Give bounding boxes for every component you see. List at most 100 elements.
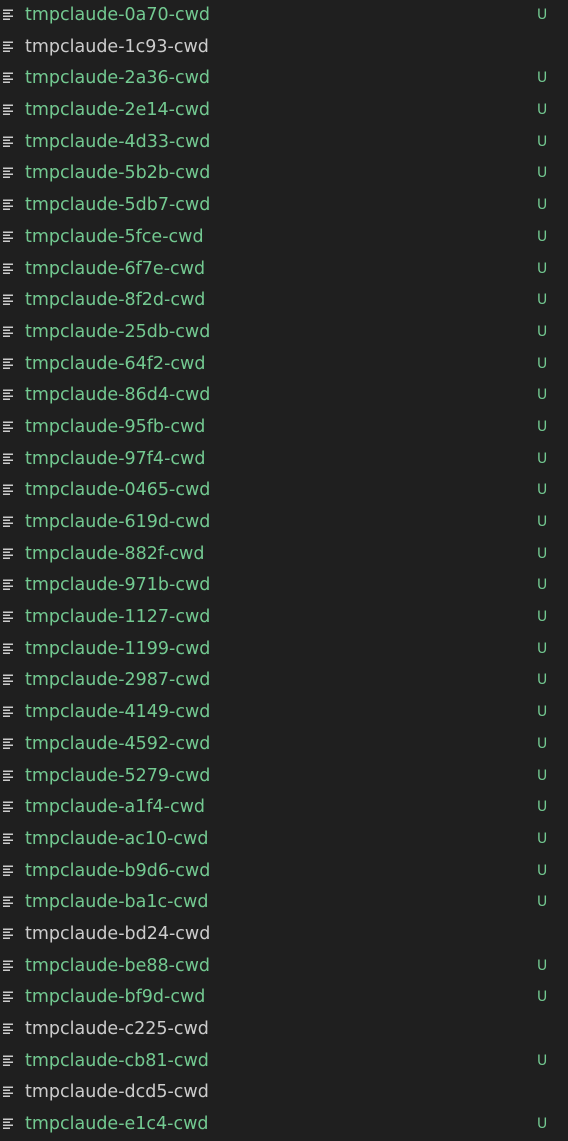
text-file-icon (3, 484, 15, 496)
file-name: tmpclaude-4592-cwd (25, 733, 211, 754)
file-list-item[interactable]: tmpclaude-1c93-cwd (0, 32, 568, 64)
file-name: tmpclaude-bd24-cwd (25, 923, 211, 944)
text-file-icon (3, 801, 15, 813)
file-list-item[interactable]: tmpclaude-8f2d-cwd U (0, 285, 568, 317)
file-name: tmpclaude-be88-cwd (25, 955, 211, 976)
file-list-item[interactable]: tmpclaude-86d4-cwd U (0, 380, 568, 412)
text-file-icon (3, 516, 15, 528)
explorer-file-list: tmpclaude-0a70-cwd U tmpclaude-1c93-cwd tmp… (0, 0, 568, 1141)
git-status-badge: U (537, 482, 548, 499)
git-status-badge: U (537, 355, 548, 372)
text-file-icon (3, 1086, 15, 1098)
file-name: tmpclaude-1199-cwd (25, 638, 211, 659)
git-status-badge: U (537, 957, 548, 974)
file-list-item[interactable]: tmpclaude-bf9d-cwd U (0, 982, 568, 1014)
file-name: tmpclaude-5279-cwd (25, 765, 211, 786)
git-status-badge: U (537, 70, 548, 87)
file-list-item[interactable]: tmpclaude-c225-cwd (0, 1014, 568, 1046)
git-status-badge: U (537, 228, 548, 245)
file-list-item[interactable]: tmpclaude-5fce-cwd U (0, 222, 568, 254)
file-name: tmpclaude-bf9d-cwd (25, 987, 206, 1008)
file-list-item[interactable]: tmpclaude-5279-cwd U (0, 761, 568, 793)
text-file-icon (3, 358, 15, 370)
file-name: tmpclaude-0465-cwd (25, 480, 211, 501)
text-file-icon (3, 674, 15, 686)
file-name: tmpclaude-2e14-cwd (25, 100, 211, 121)
file-list-item[interactable]: tmpclaude-cb81-cwd U (0, 1046, 568, 1078)
file-name: tmpclaude-c225-cwd (25, 1019, 209, 1039)
text-file-icon (3, 643, 15, 655)
text-file-icon (3, 231, 15, 243)
text-file-icon (3, 706, 15, 718)
file-name: tmpclaude-4d33-cwd (25, 131, 211, 152)
file-name: tmpclaude-2a36-cwd (25, 68, 210, 89)
file-list-item[interactable]: tmpclaude-0a70-cwd U (0, 0, 568, 32)
git-status-badge: U (537, 767, 548, 784)
file-name: tmpclaude-e1c4-cwd (25, 1114, 209, 1135)
text-file-icon (3, 1055, 15, 1067)
file-list-item[interactable]: tmpclaude-619d-cwd U (0, 507, 568, 539)
file-name: tmpclaude-6f7e-cwd (25, 258, 206, 279)
file-list-item[interactable]: tmpclaude-95fb-cwd U (0, 412, 568, 444)
file-list-item[interactable]: tmpclaude-a1f4-cwd U (0, 792, 568, 824)
git-status-badge: U (537, 989, 548, 1006)
file-list-item[interactable]: tmpclaude-97f4-cwd U (0, 444, 568, 476)
file-list-item[interactable]: tmpclaude-6f7e-cwd U (0, 254, 568, 286)
git-status-badge: U (537, 1052, 548, 1069)
file-list-item[interactable]: tmpclaude-4592-cwd U (0, 729, 568, 761)
file-list-item[interactable]: tmpclaude-971b-cwd U (0, 570, 568, 602)
file-list-item[interactable]: tmpclaude-4d33-cwd U (0, 127, 568, 159)
text-file-icon (3, 960, 15, 972)
file-name: tmpclaude-ac10-cwd (25, 828, 209, 849)
file-list-item[interactable]: tmpclaude-0465-cwd U (0, 475, 568, 507)
file-list-item[interactable]: tmpclaude-be88-cwd U (0, 951, 568, 983)
git-status-badge: U (537, 165, 548, 182)
git-status-badge: U (537, 830, 548, 847)
text-file-icon (3, 294, 15, 306)
file-list-item[interactable]: tmpclaude-bd24-cwd (0, 919, 568, 951)
file-name: tmpclaude-b9d6-cwd (25, 860, 211, 881)
git-status-badge: U (537, 450, 548, 467)
file-list-item[interactable]: tmpclaude-882f-cwd U (0, 539, 568, 571)
file-name: tmpclaude-1c93-cwd (25, 36, 209, 57)
git-status-badge: U (537, 133, 548, 150)
file-name: tmpclaude-882f-cwd (25, 543, 205, 564)
file-list-item[interactable]: tmpclaude-1127-cwd U (0, 602, 568, 634)
file-list-item[interactable]: tmpclaude-64f2-cwd U (0, 349, 568, 381)
git-status-badge: U (537, 672, 548, 689)
file-list-item[interactable]: tmpclaude-25db-cwd U (0, 317, 568, 349)
git-status-badge: U (537, 545, 548, 562)
file-list-item[interactable]: tmpclaude-4149-cwd U (0, 697, 568, 729)
file-name: tmpclaude-1127-cwd (25, 607, 211, 628)
git-status-badge: U (537, 387, 548, 404)
file-list-item[interactable]: tmpclaude-dcd5-cwd (0, 1077, 568, 1109)
git-status-badge: U (537, 197, 548, 214)
git-status-badge: U (537, 577, 548, 594)
git-status-badge: U (537, 862, 548, 879)
file-list-item[interactable]: tmpclaude-ba1c-cwd U (0, 887, 568, 919)
text-file-icon (3, 1023, 15, 1035)
git-status-badge: U (537, 609, 548, 626)
file-list-item[interactable]: tmpclaude-ac10-cwd U (0, 824, 568, 856)
text-file-icon (3, 611, 15, 623)
text-file-icon (3, 389, 15, 401)
file-list-item[interactable]: tmpclaude-5db7-cwd U (0, 190, 568, 222)
file-list-item[interactable]: tmpclaude-5b2b-cwd U (0, 158, 568, 190)
text-file-icon (3, 865, 15, 877)
file-name: tmpclaude-cb81-cwd (25, 1050, 209, 1071)
git-status-badge: U (537, 799, 548, 816)
git-status-badge: U (537, 894, 548, 911)
file-name: tmpclaude-ba1c-cwd (25, 892, 209, 913)
file-list-item[interactable]: tmpclaude-b9d6-cwd U (0, 856, 568, 888)
file-list-item[interactable]: tmpclaude-e1c4-cwd U (0, 1109, 568, 1141)
file-name: tmpclaude-dcd5-cwd (25, 1082, 209, 1103)
file-name: tmpclaude-971b-cwd (25, 575, 211, 596)
file-list-item[interactable]: tmpclaude-1199-cwd U (0, 634, 568, 666)
file-list-item[interactable]: tmpclaude-2a36-cwd U (0, 63, 568, 95)
file-list-item[interactable]: tmpclaude-2e14-cwd U (0, 95, 568, 127)
file-list-item[interactable]: tmpclaude-2987-cwd U (0, 665, 568, 697)
git-status-badge: U (537, 323, 548, 340)
file-name: tmpclaude-8f2d-cwd (25, 290, 206, 311)
file-name: tmpclaude-5b2b-cwd (25, 163, 211, 184)
file-name: tmpclaude-86d4-cwd (25, 385, 211, 406)
